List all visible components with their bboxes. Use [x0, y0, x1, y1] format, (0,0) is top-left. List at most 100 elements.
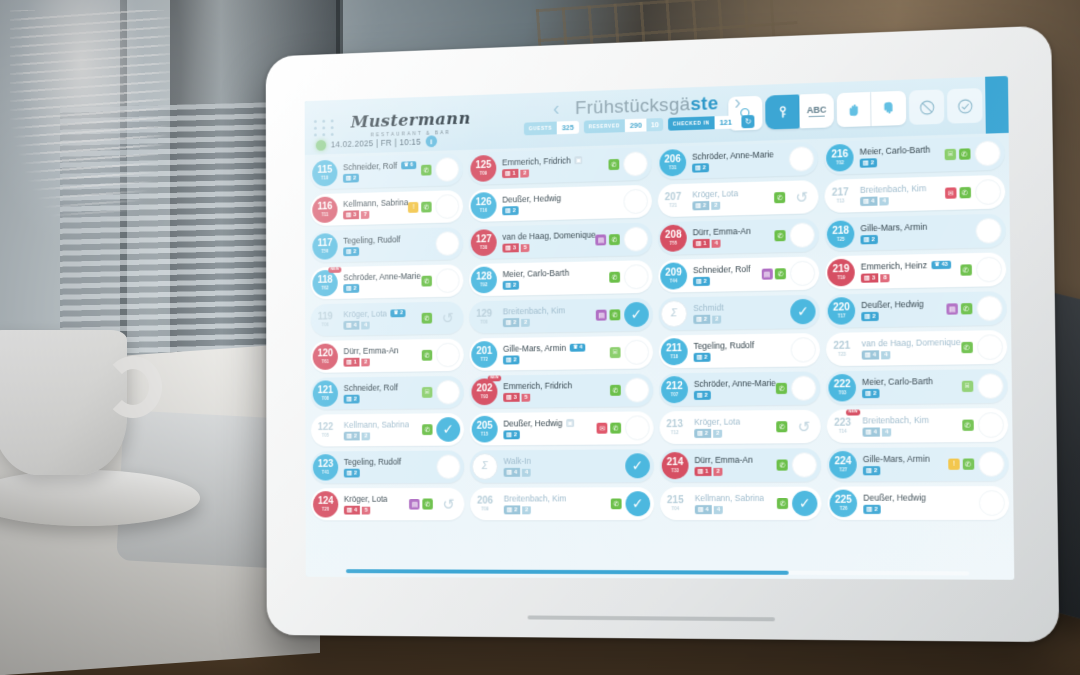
- reservation-card[interactable]: 218 T25 Gille-Mars, Armin ▥ 2: [825, 214, 1006, 252]
- reservation-number-badge[interactable]: 126 T16: [471, 192, 497, 219]
- reservation-card[interactable]: 124 T20 Kröger, Lota ▥ 4 5 ▤ ✆ ↺: [311, 488, 464, 521]
- reservation-card[interactable]: 119 T06 Kröger, Lota ♛ 2 ▥ 4 4 ✆ ↺: [311, 301, 464, 336]
- reservation-number-badge[interactable]: 123 T41: [313, 454, 338, 480]
- reservation-card[interactable]: 208 T55 Dürr, Emma-An ▥ 1 4 ✆: [658, 218, 819, 255]
- reservation-number-badge[interactable]: 120 T61: [313, 343, 338, 370]
- green-tag-icon[interactable]: ✆: [609, 272, 620, 283]
- checkin-state-check[interactable]: ✓: [624, 302, 649, 327]
- green-tag-icon[interactable]: ✆: [610, 423, 621, 434]
- greenlt-tag-icon[interactable]: ⌸: [945, 149, 956, 160]
- reservation-card[interactable]: 129 T00 Breitenbach, Kim ▥ 2 2 ▤ ✆ ✓: [469, 298, 653, 334]
- reservation-card[interactable]: 217 T13 Breitenbach, Kim ▥ 4 4 ✉ ✆: [824, 175, 1004, 213]
- purple-tag-icon[interactable]: ▤: [761, 268, 772, 279]
- purple-tag-icon[interactable]: ▤: [409, 499, 419, 510]
- yellow-tag-icon[interactable]: !: [948, 459, 960, 470]
- reservation-number-badge[interactable]: 222 T03: [828, 374, 856, 402]
- reservation-card[interactable]: 126 T16 Deußer, Hedwig ▥ 2: [469, 185, 652, 222]
- reservation-number-badge[interactable]: 206 T31: [659, 149, 686, 177]
- reservation-card[interactable]: 122 T05 Kellmann, Sabrina ▥ 2 2 ✆ ✓: [311, 413, 464, 446]
- reservation-number-badge[interactable]: 201 T72: [471, 341, 497, 368]
- reservation-card[interactable]: 117 T50 Tegeling, Rudolf ▥ 2: [311, 227, 464, 263]
- checkin-state-check[interactable]: ✓: [625, 453, 650, 478]
- reservation-number-badge[interactable]: Σ: [472, 453, 498, 480]
- checkin-state-empty[interactable]: [791, 375, 817, 401]
- reservation-card[interactable]: Σ Schmidt ▥ 2 2 ✓: [658, 295, 819, 331]
- greenlt-tag-icon[interactable]: ⌸: [961, 381, 973, 392]
- reservation-number-badge[interactable]: 221 T23: [828, 335, 856, 363]
- abc-sort-icon[interactable]: ABC: [799, 93, 834, 128]
- checkin-state-empty[interactable]: [790, 261, 815, 287]
- green-tag-icon[interactable]: ✆: [775, 268, 786, 279]
- reservation-number-badge[interactable]: 207 T21: [660, 187, 687, 215]
- reservation-number-badge[interactable]: 220 T17: [828, 297, 856, 325]
- reservation-card[interactable]: 222 T03 Meier, Carlo-Barth ▥ 2 ⌸: [826, 369, 1007, 405]
- reservation-card[interactable]: 123 T41 Tegeling, Rudolf ▥ 2: [311, 450, 464, 483]
- checkin-state-empty[interactable]: [625, 377, 650, 402]
- green-tag-icon[interactable]: ✆: [962, 420, 974, 431]
- green-tag-icon[interactable]: ✆: [611, 498, 622, 509]
- reservation-number-badge[interactable]: 219 T19: [827, 259, 855, 287]
- purple-tag-icon[interactable]: ▤: [596, 234, 607, 245]
- green-tag-icon[interactable]: ✆: [774, 192, 785, 203]
- checkin-state-check[interactable]: ✓: [792, 491, 818, 516]
- reservation-number-badge[interactable]: 208 T55: [660, 224, 687, 251]
- green-tag-icon[interactable]: ✆: [776, 421, 787, 432]
- checkin-state-empty[interactable]: [977, 412, 1003, 438]
- checkin-state-check[interactable]: ✓: [625, 491, 650, 516]
- reservation-number-badge[interactable]: 216 T02: [826, 144, 854, 172]
- green-tag-icon[interactable]: ✆: [609, 234, 620, 245]
- green-tag-icon[interactable]: ✆: [422, 350, 432, 361]
- hand-down-icon[interactable]: [871, 91, 906, 126]
- reservation-card[interactable]: 125 T09 Emmerich, Fridrich ▣ ▥ 1 2 ✆: [468, 147, 651, 185]
- reservation-card[interactable]: 213 T12 Kröger, Lota ▥ 2 2 ✆ ↺: [659, 410, 821, 444]
- green-tag-icon[interactable]: ✆: [777, 498, 788, 509]
- reservation-card[interactable]: 209 T44 Schneider, Rolf ▥ 2 ▤ ✆: [658, 256, 819, 292]
- checkin-state-empty[interactable]: [976, 295, 1002, 321]
- no-entry-icon[interactable]: [909, 89, 944, 125]
- checkin-state-empty[interactable]: [624, 264, 649, 289]
- reservation-number-badge[interactable]: 225 T26: [830, 490, 858, 517]
- reservation-card[interactable]: 115 T10 Schneider, Rolf ♛ 6 ▥ 2 ✆: [310, 153, 463, 190]
- reservation-card[interactable]: 221 T23 van de Haag, Domenique ▥ 4 4 ✆: [826, 330, 1007, 366]
- reservation-number-badge[interactable]: 217 T13: [827, 182, 855, 210]
- green-tag-icon[interactable]: ✆: [776, 383, 787, 394]
- reservation-card[interactable]: 120 T61 Dürr, Emma-An ▥ 1 2 ✆: [311, 339, 464, 373]
- reservation-card[interactable]: 214 T33 Dürr, Emma-An ▥ 1 2 ✆: [660, 448, 822, 482]
- checkin-state-empty[interactable]: [436, 343, 460, 368]
- green-tag-icon[interactable]: ✆: [775, 230, 786, 241]
- reservation-card[interactable]: 121 T08 Schneider, Rolf ▥ 2 ⌸: [311, 376, 464, 410]
- checkin-state-check[interactable]: ✓: [790, 299, 815, 325]
- green-tag-icon[interactable]: ✆: [421, 276, 431, 287]
- reservation-card[interactable]: 128 T92 Meier, Carlo-Barth ▥ 2 ✆: [469, 260, 652, 296]
- reservation-number-badge[interactable]: 116 T11: [312, 196, 337, 223]
- checkin-state-empty[interactable]: [435, 231, 459, 256]
- reservation-card[interactable]: 207 T21 Kröger, Lota ▥ 2 2 ✆ ↺: [658, 180, 819, 217]
- reservation-number-badge[interactable]: 215 T04: [662, 490, 689, 517]
- reservation-card[interactable]: 219 T19 Emmerich, Heinz ♛ 43 ▥ 3 8 ✆: [825, 252, 1006, 289]
- checkin-state-empty[interactable]: [623, 189, 648, 214]
- stat-badge-checked-in[interactable]: CHECKED IN 121: [668, 116, 737, 131]
- reservation-number-badge[interactable]: 205 T15: [472, 416, 498, 443]
- checkin-state-empty[interactable]: [790, 222, 815, 248]
- green-tag-icon[interactable]: ✆: [962, 458, 974, 469]
- checkin-state-empty[interactable]: [976, 334, 1002, 360]
- reservation-number-badge[interactable]: 223 T14 NEW: [829, 412, 857, 440]
- info-icon[interactable]: i: [426, 135, 437, 147]
- checkin-state-empty[interactable]: [436, 380, 460, 405]
- green-tag-icon[interactable]: ✆: [960, 264, 972, 275]
- checkin-state-pending[interactable]: ↺: [437, 492, 461, 517]
- reservation-card[interactable]: 118 T62 NEW Schröder, Anne-Marie ▥ 2 ✆: [311, 264, 464, 299]
- reservation-number-badge[interactable]: 125 T09: [470, 155, 496, 182]
- green-tag-icon[interactable]: ✆: [777, 459, 788, 470]
- green-tag-icon[interactable]: ✆: [960, 303, 972, 314]
- reservation-card[interactable]: 220 T17 Deußer, Hedwig ▥ 2 ▤ ✆: [826, 291, 1007, 328]
- red-tag-icon[interactable]: ✉: [597, 423, 608, 434]
- reservation-card[interactable]: 216 T02 Meier, Carlo-Barth ▥ 2 ⌸ ✆: [824, 136, 1004, 175]
- collapse-panel-button[interactable]: [985, 76, 1009, 134]
- reservation-card[interactable]: 206 T09 Breitenbach, Kim ▥ 2 2 ✆ ✓: [470, 487, 654, 520]
- greenlt-tag-icon[interactable]: ⌸: [610, 347, 621, 358]
- reservation-number-badge[interactable]: 202 T93 NEW: [471, 378, 497, 405]
- checkin-state-empty[interactable]: [974, 179, 1000, 205]
- checkin-state-empty[interactable]: [975, 218, 1001, 244]
- reservation-card[interactable]: 225 T26 Deußer, Hedwig ▥ 2: [828, 486, 1009, 520]
